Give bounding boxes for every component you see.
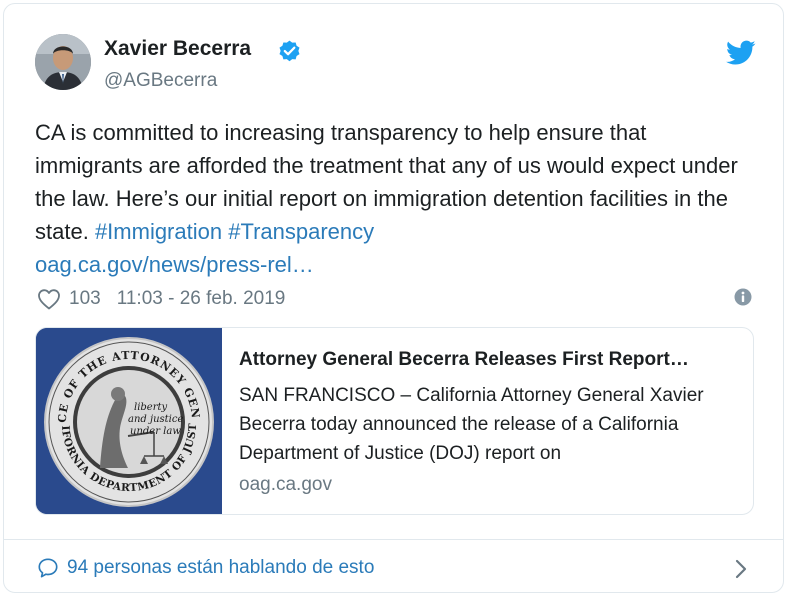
link-preview-card[interactable]: OFFICE OF THE ATTORNEY GENERAL CALIFORNI… — [35, 327, 754, 515]
info-icon[interactable] — [734, 288, 752, 306]
verified-badge-icon — [279, 40, 300, 62]
conversation-link[interactable]: 94 personas están hablando de esto — [37, 557, 374, 579]
hashtag-transparency[interactable]: #Transparency — [228, 219, 374, 244]
author-handle[interactable]: @AGBecerra — [104, 70, 217, 92]
seal-motto-law: under law — [130, 426, 181, 437]
card-title[interactable]: Attorney General Becerra Releases First … — [239, 347, 744, 373]
seal-motto-justice: and justice — [128, 414, 183, 425]
tweet-timestamp[interactable]: 11:03 - 26 feb. 2019 — [117, 288, 286, 310]
seal-motto-liberty: liberty — [134, 402, 168, 413]
like-count[interactable]: 103 — [69, 288, 101, 310]
card-body: Attorney General Becerra Releases First … — [239, 347, 744, 496]
tweet-embed: Xavier Becerra @AGBecerra CA is committe… — [3, 3, 784, 593]
hashtag-immigration[interactable]: #Immigration — [95, 219, 222, 244]
avatar[interactable] — [35, 34, 91, 90]
author-name[interactable]: Xavier Becerra — [104, 37, 251, 61]
conversation-count-text[interactable]: 94 personas están hablando de esto — [67, 557, 374, 579]
footer-divider — [4, 539, 783, 540]
chevron-right-icon[interactable] — [734, 559, 748, 579]
attorney-general-seal-icon: OFFICE OF THE ATTORNEY GENERAL CALIFORNI… — [36, 328, 222, 514]
card-description: SAN FRANCISCO – California Attorney Gene… — [239, 385, 704, 464]
tweet-link[interactable]: oag.ca.gov/news/press-rel… — [35, 252, 314, 277]
tweet-meta: 103 11:03 - 26 feb. 2019 — [37, 286, 285, 312]
heart-icon[interactable] — [37, 288, 61, 310]
card-domain: oag.ca.gov — [239, 474, 332, 495]
person-avatar-icon — [35, 34, 91, 90]
card-thumbnail: OFFICE OF THE ATTORNEY GENERAL CALIFORNI… — [36, 328, 222, 514]
twitter-bird-icon[interactable] — [726, 40, 756, 66]
speech-bubble-icon — [38, 558, 58, 578]
tweet-text: CA is committed to increasing transparen… — [35, 116, 760, 281]
